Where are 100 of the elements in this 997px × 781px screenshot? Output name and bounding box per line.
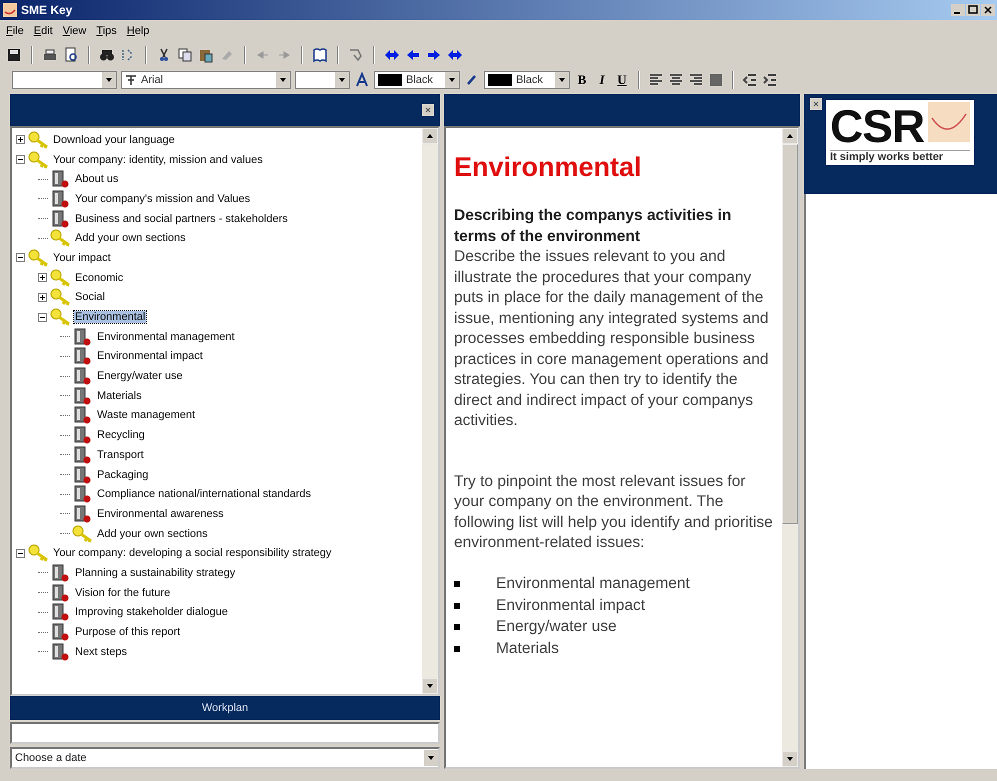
font-type-icon bbox=[125, 74, 137, 86]
binoculars-icon[interactable] bbox=[99, 47, 115, 63]
tree-item[interactable]: Vision for the future bbox=[74, 586, 172, 599]
collapse-icon[interactable] bbox=[16, 155, 25, 164]
workplan-header: Workplan bbox=[10, 696, 440, 720]
tree-item[interactable]: Energy/water use bbox=[96, 370, 184, 382]
font-color-icon[interactable] bbox=[354, 72, 370, 88]
bullet-item: Materials bbox=[496, 638, 559, 658]
date-dropdown[interactable]: Choose a date bbox=[10, 747, 440, 769]
bullet-item: Environmental management bbox=[496, 574, 690, 594]
tree-item[interactable]: Improving stakeholder dialogue bbox=[74, 606, 229, 618]
tree-item[interactable]: Waste management bbox=[96, 409, 196, 422]
document-heading: Environmental bbox=[454, 151, 643, 184]
tree-item[interactable]: Add your own sections bbox=[96, 528, 209, 540]
tree-item[interactable]: About us bbox=[74, 173, 120, 186]
scrollbar[interactable] bbox=[782, 128, 798, 767]
key-icon bbox=[28, 130, 50, 149]
double-left-arrow-icon[interactable] bbox=[384, 47, 400, 63]
italic-button[interactable]: I bbox=[594, 72, 610, 88]
smile-icon bbox=[928, 102, 970, 142]
tree-item[interactable]: Your impact bbox=[52, 252, 112, 264]
bullet-icon bbox=[454, 624, 460, 630]
justify-icon[interactable] bbox=[708, 72, 724, 88]
align-left-icon[interactable] bbox=[648, 72, 664, 88]
expand-icon[interactable] bbox=[38, 292, 47, 302]
tree-item[interactable]: Materials bbox=[96, 390, 143, 402]
tree-item[interactable]: Transport bbox=[96, 448, 145, 461]
scroll-up-icon[interactable] bbox=[782, 128, 798, 144]
tree-item[interactable]: Economic bbox=[74, 272, 124, 284]
save-icon[interactable] bbox=[6, 47, 22, 63]
tree-item[interactable]: Your company: developing a social responsibility strategy bbox=[52, 547, 332, 560]
key-icon bbox=[50, 288, 72, 306]
logo-mark: CSR bbox=[830, 102, 924, 150]
menu-item[interactable]: Help bbox=[126, 25, 150, 37]
key-icon bbox=[28, 248, 50, 267]
bold-button[interactable]: B bbox=[574, 72, 590, 88]
maximize-icon[interactable] bbox=[966, 4, 980, 16]
font-dropdown[interactable]: Arial bbox=[121, 71, 291, 89]
indent-icon[interactable] bbox=[762, 72, 778, 88]
text-color-dropdown[interactable]: Black bbox=[374, 71, 460, 89]
collapse-icon[interactable] bbox=[16, 548, 25, 558]
tree-item[interactable]: Environmental impact bbox=[96, 350, 204, 362]
book-icon[interactable] bbox=[312, 47, 328, 63]
print-preview-icon[interactable] bbox=[63, 47, 79, 63]
align-center-icon[interactable] bbox=[668, 72, 684, 88]
tree-item[interactable]: Compliance national/international standards bbox=[96, 488, 312, 500]
minimize-icon[interactable] bbox=[951, 4, 965, 16]
copy-icon[interactable] bbox=[177, 47, 193, 63]
scroll-up-icon[interactable] bbox=[422, 128, 438, 144]
bullet-item: Environmental impact bbox=[496, 596, 646, 616]
double-right-arrow-icon[interactable] bbox=[447, 47, 463, 63]
underline-button[interactable]: U bbox=[614, 72, 630, 88]
menu-item[interactable]: View bbox=[62, 25, 86, 37]
key-icon bbox=[50, 268, 72, 287]
tree-item[interactable]: Environmental management bbox=[96, 330, 236, 343]
key-icon bbox=[28, 544, 50, 562]
right-arrow-icon[interactable] bbox=[426, 47, 442, 63]
tree-item[interactable]: Environmental awareness bbox=[96, 508, 225, 520]
tree-item[interactable]: Your company: identity, mission and values bbox=[52, 154, 264, 166]
bullet-icon bbox=[454, 602, 460, 609]
tree-item[interactable]: Environmental bbox=[74, 311, 146, 324]
document-paragraph: Describe the issues relevant to you and illustrate the procedures that your company puts in place for the daily management of the issue, mentioning any integrated systems and processes embedding responsible business practices in core management operations and strategies. You can then try to identify the direct and indirect impact of your companys activities. bbox=[454, 247, 770, 431]
menu-item[interactable]: Tips bbox=[96, 25, 117, 37]
highlight-color-dropdown[interactable]: Black bbox=[484, 71, 570, 89]
expand-icon[interactable] bbox=[38, 273, 47, 282]
key-icon bbox=[50, 229, 72, 248]
expand-icon[interactable] bbox=[16, 135, 25, 144]
tree-item[interactable]: Recycling bbox=[96, 429, 146, 442]
logo-tagline: It simply works better bbox=[830, 150, 970, 163]
workplan-input-field[interactable] bbox=[10, 722, 440, 744]
tree-item[interactable]: Packaging bbox=[96, 468, 150, 481]
scroll-down-icon[interactable] bbox=[422, 678, 438, 694]
app-icon bbox=[2, 2, 18, 18]
tree-item[interactable]: Add your own sections bbox=[74, 232, 187, 244]
window-title: SME Key bbox=[21, 3, 72, 17]
tree-item[interactable]: Your company's mission and Values bbox=[74, 192, 252, 205]
key-icon bbox=[28, 150, 50, 169]
scrollbar[interactable] bbox=[422, 128, 438, 694]
tree-item[interactable]: Next steps bbox=[74, 646, 128, 658]
bullet-icon bbox=[454, 646, 460, 652]
print-icon[interactable] bbox=[42, 47, 58, 63]
scroll-down-icon[interactable] bbox=[782, 751, 798, 767]
collapse-icon[interactable] bbox=[38, 312, 47, 322]
left-arrow-icon[interactable] bbox=[405, 47, 421, 63]
close-icon[interactable] bbox=[981, 4, 995, 16]
tree-item[interactable]: Purpose of this report bbox=[74, 626, 182, 638]
paste-icon[interactable] bbox=[198, 47, 214, 63]
bullet-icon bbox=[454, 581, 460, 588]
tree-item[interactable]: Social bbox=[74, 291, 106, 304]
document-paragraph: Try to pinpoint the most relevant issues for your company on the environment. The following list will help you identify and prioritise environment-related issues: bbox=[454, 472, 774, 553]
outdent-icon[interactable] bbox=[742, 72, 758, 88]
tree-item[interactable]: Download your language bbox=[52, 134, 176, 146]
align-right-icon[interactable] bbox=[688, 72, 704, 88]
collapse-icon[interactable] bbox=[16, 253, 25, 262]
tree-item[interactable]: Business and social partners - stakeholders bbox=[74, 212, 289, 225]
document-subheading: Describing the companys activities in terms of the environment bbox=[454, 206, 732, 246]
menu-item[interactable]: Edit bbox=[34, 25, 53, 37]
key-icon bbox=[50, 308, 72, 326]
menu-item[interactable]: File bbox=[6, 25, 24, 37]
tree-item[interactable]: Planning a sustainability strategy bbox=[74, 566, 236, 579]
